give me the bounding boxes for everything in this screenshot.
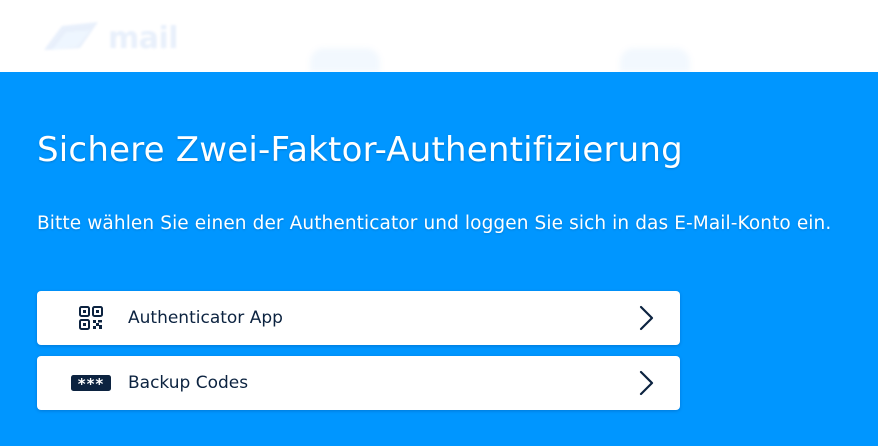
authenticator-app-option[interactable]: Authenticator App — [37, 291, 680, 345]
brand-logo-text: mail — [108, 20, 179, 56]
qr-code-icon — [71, 305, 111, 331]
option-label: Backup Codes — [128, 373, 249, 393]
option-label: Authenticator App — [128, 308, 283, 328]
page-subtitle: Bitte wählen Sie einen der Authenticator… — [37, 213, 832, 234]
top-header: mail — [0, 0, 878, 72]
asterisk-code-icon: *** — [71, 370, 111, 396]
brand-logo-icon — [44, 22, 98, 50]
backup-codes-option[interactable]: *** Backup Codes — [37, 356, 680, 410]
chevron-right-icon — [639, 305, 654, 331]
svg-text:***: *** — [78, 375, 105, 391]
nav-item-faded — [620, 48, 690, 72]
brand-logo[interactable]: mail — [40, 16, 179, 60]
nav-item-faded — [310, 48, 380, 72]
page-title: Sichere Zwei-Faktor-Authentifizierung — [37, 130, 683, 170]
chevron-right-icon — [639, 370, 654, 396]
